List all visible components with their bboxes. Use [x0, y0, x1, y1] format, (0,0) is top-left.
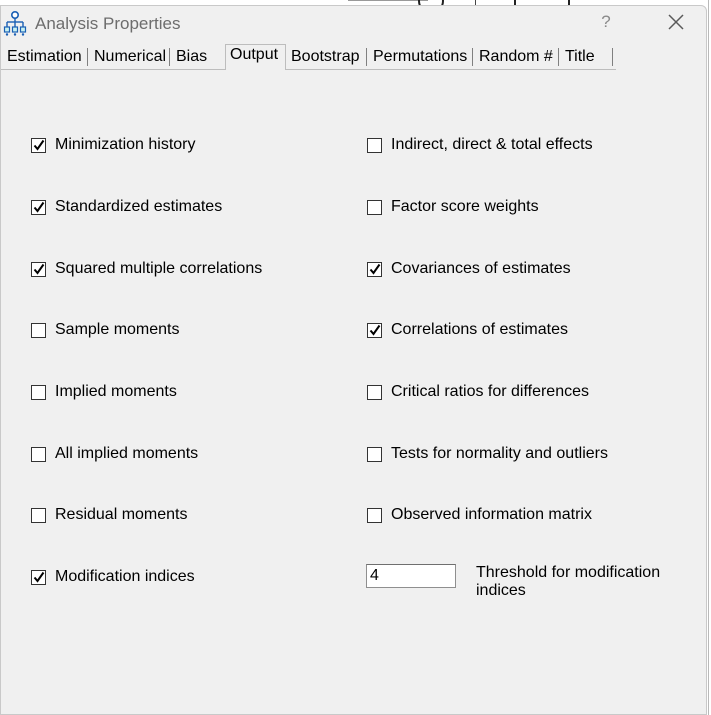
checkmark-icon — [369, 263, 381, 275]
background-line — [348, 0, 428, 1]
checkbox[interactable] — [31, 199, 46, 215]
help-button[interactable]: ? — [596, 12, 616, 32]
checkmark-icon — [33, 263, 45, 275]
option-label: Factor score weights — [391, 198, 539, 215]
tab-separator — [472, 48, 473, 66]
option-indirect-direct-total-effects[interactable]: Indirect, direct & total effects — [367, 135, 593, 155]
checkbox[interactable] — [367, 322, 382, 338]
checkbox[interactable] — [31, 569, 46, 585]
checkbox[interactable] — [31, 261, 46, 277]
option-correlations-of-estimates[interactable]: Correlations of estimates — [367, 320, 568, 340]
tab-output[interactable]: Output — [225, 44, 286, 70]
tab-bias[interactable]: Bias — [172, 46, 211, 68]
option-factor-score-weights[interactable]: Factor score weights — [367, 197, 539, 217]
option-label: Squared multiple correlations — [55, 260, 263, 277]
checkbox[interactable] — [31, 446, 46, 462]
option-observed-information-matrix[interactable]: Observed information matrix — [367, 505, 592, 525]
tab-separator — [612, 48, 613, 66]
checkbox[interactable] — [367, 507, 382, 523]
title-bar: Analysis Properties ? — [1, 6, 706, 42]
option-label: Tests for normality and outliers — [391, 445, 608, 462]
option-tests-for-normality-and-outliers[interactable]: Tests for normality and outliers — [367, 444, 608, 464]
option-label: Residual moments — [55, 506, 188, 523]
window-title: Analysis Properties — [35, 14, 181, 33]
option-label: Covariances of estimates — [391, 260, 571, 277]
option-implied-moments[interactable]: Implied moments — [31, 382, 177, 402]
checkmark-icon — [369, 324, 381, 336]
option-label: Correlations of estimates — [391, 321, 568, 338]
tab-permutations[interactable]: Permutations — [369, 46, 471, 68]
checkbox[interactable] — [31, 384, 46, 400]
checkmark-icon — [33, 139, 45, 151]
option-label: Sample moments — [55, 321, 180, 338]
threshold-input[interactable] — [366, 564, 456, 588]
checkmark-icon — [33, 571, 45, 583]
option-covariances-of-estimates[interactable]: Covariances of estimates — [367, 259, 571, 279]
checkbox[interactable] — [367, 199, 382, 215]
background-divider — [708, 0, 709, 715]
path-diagram-icon — [3, 10, 27, 36]
tab-estimation[interactable]: Estimation — [3, 46, 86, 68]
analysis-properties-dialog: Analysis Properties ? Estimation Numeric… — [0, 5, 707, 715]
tab-separator — [169, 48, 170, 66]
tab-separator — [558, 48, 559, 66]
checkbox[interactable] — [367, 384, 382, 400]
checkbox[interactable] — [367, 137, 382, 153]
option-squared-multiple-correlations[interactable]: Squared multiple correlations — [31, 259, 262, 279]
tab-separator — [366, 48, 367, 66]
checkbox[interactable] — [367, 261, 382, 277]
option-label: All implied moments — [55, 445, 199, 462]
option-minimization-history[interactable]: Minimization history — [31, 135, 195, 155]
option-sample-moments[interactable]: Sample moments — [31, 320, 180, 340]
tab-random[interactable]: Random # — [475, 46, 557, 68]
option-all-implied-moments[interactable]: All implied moments — [31, 444, 198, 464]
tab-separator — [87, 48, 88, 66]
option-standardized-estimates[interactable]: Standardized estimates — [31, 197, 222, 217]
tab-title[interactable]: Title — [561, 46, 599, 68]
option-critical-ratios-for-differences[interactable]: Critical ratios for differences — [367, 382, 589, 402]
close-icon — [668, 14, 684, 30]
option-label: Minimization history — [55, 136, 196, 153]
option-label: Standardized estimates — [55, 198, 223, 215]
threshold-label: Threshold for modification indices — [476, 564, 661, 599]
tab-baseline — [286, 69, 616, 70]
option-residual-moments[interactable]: Residual moments — [31, 505, 188, 525]
tab-numerical[interactable]: Numerical — [90, 46, 170, 68]
option-label: Modification indices — [55, 568, 195, 585]
option-label: Critical ratios for differences — [391, 383, 589, 400]
checkbox[interactable] — [367, 446, 382, 462]
checkbox[interactable] — [31, 507, 46, 523]
option-label: Indirect, direct & total effects — [391, 136, 593, 153]
checkmark-icon — [33, 201, 45, 213]
checkbox[interactable] — [31, 137, 46, 153]
tab-baseline — [1, 69, 225, 70]
tab-bootstrap[interactable]: Bootstrap — [287, 46, 363, 68]
option-label: Observed information matrix — [391, 506, 592, 523]
checkbox[interactable] — [31, 322, 46, 338]
option-label: Implied moments — [55, 383, 177, 400]
tab-strip: Estimation Numerical Bias Output Bootstr… — [1, 44, 706, 70]
close-button[interactable] — [663, 11, 689, 35]
option-modification-indices[interactable]: Modification indices — [31, 567, 195, 587]
